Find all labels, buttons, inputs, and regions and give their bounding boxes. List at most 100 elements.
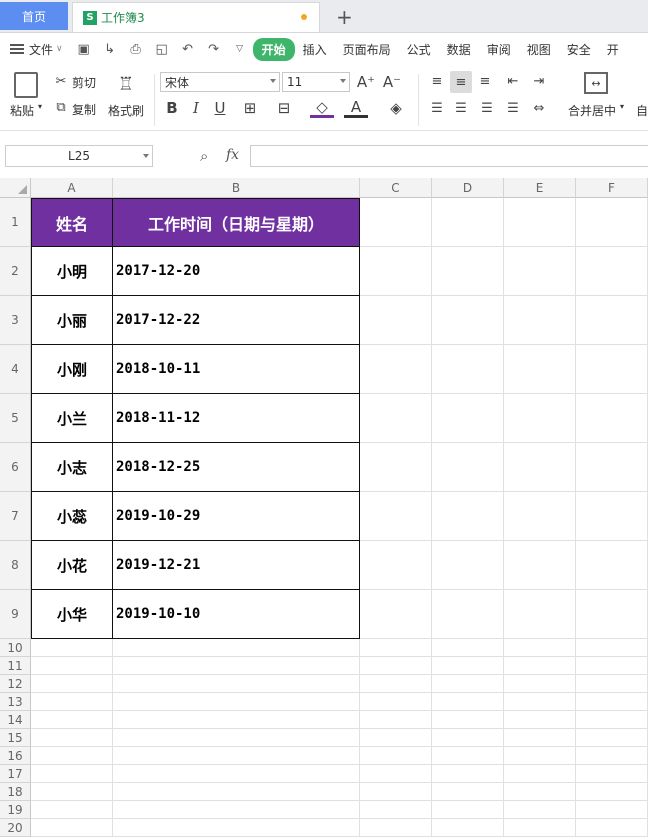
align-bottom-icon[interactable]: ≡ <box>476 72 494 90</box>
cell[interactable] <box>360 492 432 541</box>
cell[interactable] <box>504 247 576 296</box>
cell[interactable] <box>360 639 432 657</box>
cell[interactable] <box>360 729 432 747</box>
cell[interactable] <box>360 765 432 783</box>
zoom-icon[interactable]: ⌕ <box>200 147 208 165</box>
cell[interactable] <box>432 541 504 590</box>
cell-name[interactable]: 小志 <box>31 443 113 492</box>
cell-date[interactable]: 2018-11-12 <box>113 394 360 443</box>
tab-security[interactable]: 安全 <box>559 41 599 58</box>
row-header[interactable]: 19 <box>0 801 31 819</box>
cell[interactable] <box>360 247 432 296</box>
name-box[interactable]: L25 <box>5 145 153 167</box>
cell[interactable] <box>576 394 648 443</box>
row-header[interactable]: 20 <box>0 819 31 837</box>
row-header[interactable]: 13 <box>0 693 31 711</box>
paste-icon[interactable] <box>14 72 38 98</box>
cell[interactable] <box>360 801 432 819</box>
redo-icon[interactable]: ↷ <box>206 41 222 57</box>
cell-name[interactable]: 小丽 <box>31 296 113 345</box>
copy-icon[interactable]: ⧉ <box>54 100 68 115</box>
cell[interactable] <box>360 443 432 492</box>
increase-font-icon[interactable]: A⁺ <box>356 72 376 92</box>
cell[interactable] <box>504 198 576 247</box>
tab-more[interactable]: 开 <box>599 41 627 58</box>
cell[interactable] <box>113 783 360 801</box>
new-tab-button[interactable]: + <box>336 5 353 29</box>
cell[interactable] <box>576 801 648 819</box>
row-header[interactable]: 4 <box>0 345 31 394</box>
cell[interactable] <box>432 394 504 443</box>
cell[interactable] <box>113 729 360 747</box>
cell[interactable] <box>576 345 648 394</box>
cell[interactable] <box>576 783 648 801</box>
font-name-select[interactable]: 宋体 <box>160 72 280 92</box>
cell[interactable] <box>360 657 432 675</box>
cell[interactable] <box>576 729 648 747</box>
cell[interactable] <box>504 729 576 747</box>
customize-icon[interactable]: ▽ <box>232 41 248 57</box>
cell-name[interactable]: 小兰 <box>31 394 113 443</box>
cell-date[interactable]: 2018-12-25 <box>113 443 360 492</box>
auto-button[interactable]: 自 <box>636 102 648 119</box>
paste-dropdown-icon[interactable]: ▾ <box>38 102 42 111</box>
format-painter-button[interactable]: 格式刷 <box>108 102 144 119</box>
cell[interactable] <box>360 590 432 639</box>
fx-icon[interactable]: fx <box>226 147 239 163</box>
cell[interactable] <box>504 675 576 693</box>
cell[interactable] <box>432 693 504 711</box>
cell[interactable] <box>432 657 504 675</box>
border-icon[interactable]: ⊞ <box>238 98 262 118</box>
cell[interactable] <box>576 443 648 492</box>
tab-home[interactable]: 首页 <box>0 2 68 30</box>
cell[interactable] <box>576 198 648 247</box>
tab-insert[interactable]: 插入 <box>295 41 335 58</box>
cell[interactable] <box>504 639 576 657</box>
font-color-icon[interactable]: A <box>344 98 368 118</box>
column-header-a[interactable]: A <box>31 178 113 198</box>
cell[interactable] <box>504 783 576 801</box>
merge-center-icon[interactable]: ↔ <box>584 72 608 94</box>
align-top-icon[interactable]: ≡ <box>428 72 446 90</box>
column-header-d[interactable]: D <box>432 178 504 198</box>
cell[interactable] <box>504 693 576 711</box>
cell[interactable] <box>432 711 504 729</box>
merge-center-button[interactable]: 合并居中 <box>568 102 616 119</box>
font-size-select[interactable]: 11 <box>282 72 350 92</box>
align-right-icon[interactable]: ☰ <box>478 99 496 117</box>
tab-start[interactable]: 开始 <box>252 37 295 61</box>
scissors-icon[interactable]: ✂ <box>54 74 68 89</box>
formula-input[interactable] <box>250 145 648 167</box>
cell[interactable] <box>504 394 576 443</box>
cell[interactable] <box>31 801 113 819</box>
cell[interactable] <box>113 693 360 711</box>
tab-workbook[interactable]: S 工作簿3 <box>72 2 320 32</box>
file-menu[interactable]: 文件 ∨ <box>10 41 63 58</box>
row-header[interactable]: 10 <box>0 639 31 657</box>
cell[interactable] <box>113 675 360 693</box>
cell[interactable] <box>432 247 504 296</box>
row-header[interactable]: 7 <box>0 492 31 541</box>
cell[interactable] <box>432 443 504 492</box>
row-header[interactable]: 14 <box>0 711 31 729</box>
fill-color-icon[interactable]: ◇ <box>310 98 334 118</box>
cell-name[interactable]: 小明 <box>31 247 113 296</box>
bold-icon[interactable]: B <box>162 98 182 118</box>
row-header[interactable]: 9 <box>0 590 31 639</box>
cell[interactable] <box>113 747 360 765</box>
cell[interactable] <box>504 765 576 783</box>
row-header[interactable]: 11 <box>0 657 31 675</box>
cell[interactable] <box>31 747 113 765</box>
copy-button[interactable]: 复制 <box>72 101 96 118</box>
cell[interactable] <box>504 345 576 394</box>
row-header[interactable]: 15 <box>0 729 31 747</box>
cell-date[interactable]: 2017-12-22 <box>113 296 360 345</box>
row-header[interactable]: 2 <box>0 247 31 296</box>
align-left-icon[interactable]: ☰ <box>428 99 446 117</box>
cell[interactable] <box>360 394 432 443</box>
cell[interactable] <box>432 590 504 639</box>
cell[interactable] <box>576 765 648 783</box>
cell[interactable] <box>576 296 648 345</box>
cell[interactable] <box>576 819 648 837</box>
cut-button[interactable]: 剪切 <box>72 74 96 91</box>
